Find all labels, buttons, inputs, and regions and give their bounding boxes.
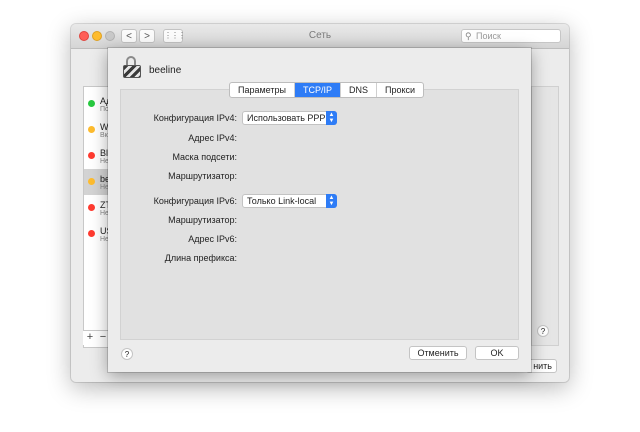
ipv6-address-label: Адрес IPv6:	[188, 234, 237, 244]
search-placeholder: Поиск	[476, 31, 501, 41]
interface-name: beeline	[149, 65, 182, 76]
search-icon: ⚲	[465, 31, 472, 41]
ipv4-address-label: Адрес IPv4:	[188, 133, 237, 143]
popup-arrows-icon: ▲ ▼	[326, 111, 337, 125]
popup-arrows-icon: ▲ ▼	[326, 194, 337, 208]
ipv6-config-value: Только Link-local	[247, 196, 317, 206]
status-dot	[88, 230, 95, 237]
ipv4-config-popup[interactable]: Использовать PPP ▲ ▼	[242, 111, 337, 125]
background-details-panel	[531, 86, 559, 346]
background-help-button[interactable]: ?	[537, 325, 549, 337]
tab-parameters[interactable]: Параметры	[230, 83, 295, 97]
tab-bar: Параметры TCP/IP DNS Прокси	[229, 82, 425, 98]
subnet-mask-label: Маска подсети:	[172, 152, 237, 162]
ok-button[interactable]: OK	[475, 346, 519, 360]
title-bar: < > ⋮⋮⋮ Сеть ⚲ Поиск	[71, 24, 569, 49]
advanced-settings-sheet: beeline Параметры TCP/IP DNS Прокси Конф…	[108, 48, 531, 372]
status-dot	[88, 152, 95, 159]
status-dot	[88, 204, 95, 211]
ipv4-config-value: Использовать PPP	[247, 113, 326, 123]
prefix-length-label: Длина префикса:	[164, 253, 237, 263]
status-dot	[88, 126, 95, 133]
ipv4-router-label: Маршрутизатор:	[168, 171, 237, 181]
ipv4-config-label: Конфигурация IPv4:	[153, 113, 237, 123]
lock-body	[123, 65, 141, 78]
ipv6-config-popup[interactable]: Только Link-local ▲ ▼	[242, 194, 337, 208]
tab-dns[interactable]: DNS	[341, 83, 378, 97]
interface-lock-icon	[122, 56, 142, 80]
cancel-button[interactable]: Отменить	[409, 346, 467, 360]
tab-proxy[interactable]: Прокси	[377, 83, 423, 97]
ipv6-config-label: Конфигурация IPv6:	[153, 196, 237, 206]
service-list-controls: + −	[83, 330, 111, 345]
status-dot	[88, 178, 95, 185]
tab-tcpip[interactable]: TCP/IP	[294, 83, 341, 97]
status-dot	[88, 100, 95, 107]
add-service-button[interactable]: +	[84, 331, 96, 345]
ipv6-router-label: Маршрутизатор:	[168, 215, 237, 225]
search-field[interactable]: ⚲ Поиск	[461, 29, 561, 43]
help-button[interactable]: ?	[121, 348, 133, 360]
